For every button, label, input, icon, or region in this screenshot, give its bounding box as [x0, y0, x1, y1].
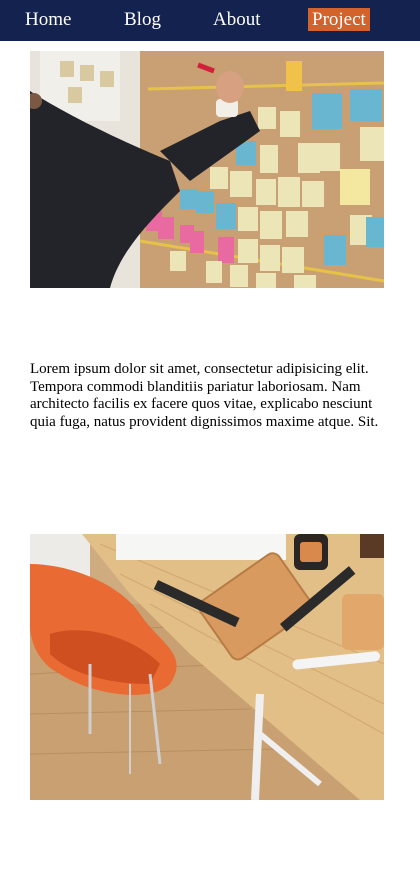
nav-link-about[interactable]: About	[209, 8, 265, 31]
nav-link-home[interactable]: Home	[21, 8, 75, 31]
nav-link-blog[interactable]: Blog	[120, 8, 165, 31]
body-paragraph: Lorem ipsum dolor sit amet, consectetur …	[30, 361, 379, 430]
top-navigation: Home Blog About Project	[0, 0, 420, 41]
planning-board-photo	[30, 51, 384, 288]
nav-link-project[interactable]: Project	[308, 8, 370, 31]
desk-workspace-photo	[30, 534, 384, 800]
